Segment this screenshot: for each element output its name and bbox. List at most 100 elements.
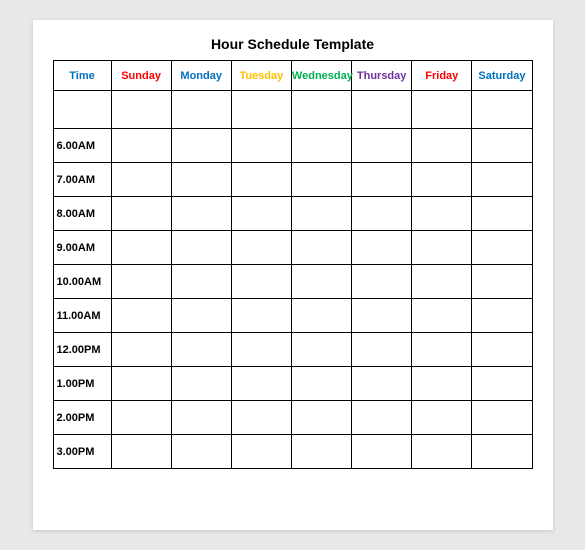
day-cell[interactable] [472,333,532,367]
day-cell[interactable] [291,129,351,163]
table-row: 7.00AM [53,163,532,197]
table-row [53,91,532,129]
day-cell[interactable] [111,129,171,163]
day-cell[interactable] [111,265,171,299]
schedule-page: Hour Schedule Template Time Sunday Monda… [33,20,553,530]
day-cell[interactable] [472,163,532,197]
day-cell[interactable] [472,91,532,129]
day-cell[interactable] [352,299,412,333]
time-cell: 1.00PM [53,367,111,401]
day-cell[interactable] [231,299,291,333]
day-cell[interactable] [352,435,412,469]
day-cell[interactable] [171,367,231,401]
day-cell[interactable] [111,435,171,469]
day-cell[interactable] [171,91,231,129]
day-cell[interactable] [412,367,472,401]
day-cell[interactable] [231,367,291,401]
day-cell[interactable] [291,163,351,197]
day-cell[interactable] [472,299,532,333]
day-cell[interactable] [111,163,171,197]
day-cell[interactable] [412,231,472,265]
day-cell[interactable] [352,333,412,367]
table-row: 12.00PM [53,333,532,367]
day-cell[interactable] [412,299,472,333]
day-cell[interactable] [412,333,472,367]
day-cell[interactable] [352,163,412,197]
table-row: 6.00AM [53,129,532,163]
day-cell[interactable] [412,91,472,129]
schedule-body: 6.00AM7.00AM8.00AM9.00AM10.00AM11.00AM12… [53,91,532,469]
time-cell: 7.00AM [53,163,111,197]
day-cell[interactable] [291,197,351,231]
day-cell[interactable] [352,129,412,163]
day-cell[interactable] [171,163,231,197]
day-cell[interactable] [412,163,472,197]
day-cell[interactable] [472,129,532,163]
day-cell[interactable] [472,265,532,299]
day-cell[interactable] [171,129,231,163]
day-cell[interactable] [352,197,412,231]
day-cell[interactable] [291,435,351,469]
day-cell[interactable] [111,231,171,265]
day-cell[interactable] [291,333,351,367]
time-cell: 6.00AM [53,129,111,163]
day-cell[interactable] [111,367,171,401]
day-cell[interactable] [412,129,472,163]
day-cell[interactable] [412,197,472,231]
table-row: 10.00AM [53,265,532,299]
day-cell[interactable] [412,401,472,435]
day-cell[interactable] [291,299,351,333]
table-row: 3.00PM [53,435,532,469]
day-cell[interactable] [412,265,472,299]
table-row: 8.00AM [53,197,532,231]
day-cell[interactable] [291,265,351,299]
day-cell[interactable] [352,231,412,265]
day-cell[interactable] [291,367,351,401]
day-cell[interactable] [231,231,291,265]
day-cell[interactable] [412,435,472,469]
day-cell[interactable] [171,265,231,299]
day-cell[interactable] [231,197,291,231]
day-cell[interactable] [352,265,412,299]
time-cell [53,91,111,129]
day-cell[interactable] [231,129,291,163]
table-row: 1.00PM [53,367,532,401]
day-cell[interactable] [231,265,291,299]
day-cell[interactable] [472,435,532,469]
day-cell[interactable] [472,401,532,435]
day-cell[interactable] [352,91,412,129]
header-thursday: Thursday [352,61,412,91]
table-row: 9.00AM [53,231,532,265]
day-cell[interactable] [472,367,532,401]
day-cell[interactable] [171,401,231,435]
day-cell[interactable] [231,401,291,435]
day-cell[interactable] [171,231,231,265]
day-cell[interactable] [171,333,231,367]
day-cell[interactable] [171,197,231,231]
day-cell[interactable] [231,163,291,197]
time-cell: 9.00AM [53,231,111,265]
day-cell[interactable] [352,367,412,401]
day-cell[interactable] [111,299,171,333]
day-cell[interactable] [472,231,532,265]
day-cell[interactable] [291,401,351,435]
table-row: 11.00AM [53,299,532,333]
schedule-table: Time Sunday Monday Tuesday Wednesday Thu… [53,60,533,469]
day-cell[interactable] [231,91,291,129]
day-cell[interactable] [472,197,532,231]
day-cell[interactable] [171,435,231,469]
day-cell[interactable] [111,401,171,435]
header-wednesday: Wednesday [291,61,351,91]
day-cell[interactable] [352,401,412,435]
header-saturday: Saturday [472,61,532,91]
time-cell: 2.00PM [53,401,111,435]
day-cell[interactable] [111,333,171,367]
day-cell[interactable] [111,91,171,129]
day-cell[interactable] [291,91,351,129]
day-cell[interactable] [291,231,351,265]
day-cell[interactable] [231,435,291,469]
day-cell[interactable] [111,197,171,231]
header-row: Time Sunday Monday Tuesday Wednesday Thu… [53,61,532,91]
day-cell[interactable] [231,333,291,367]
day-cell[interactable] [171,299,231,333]
